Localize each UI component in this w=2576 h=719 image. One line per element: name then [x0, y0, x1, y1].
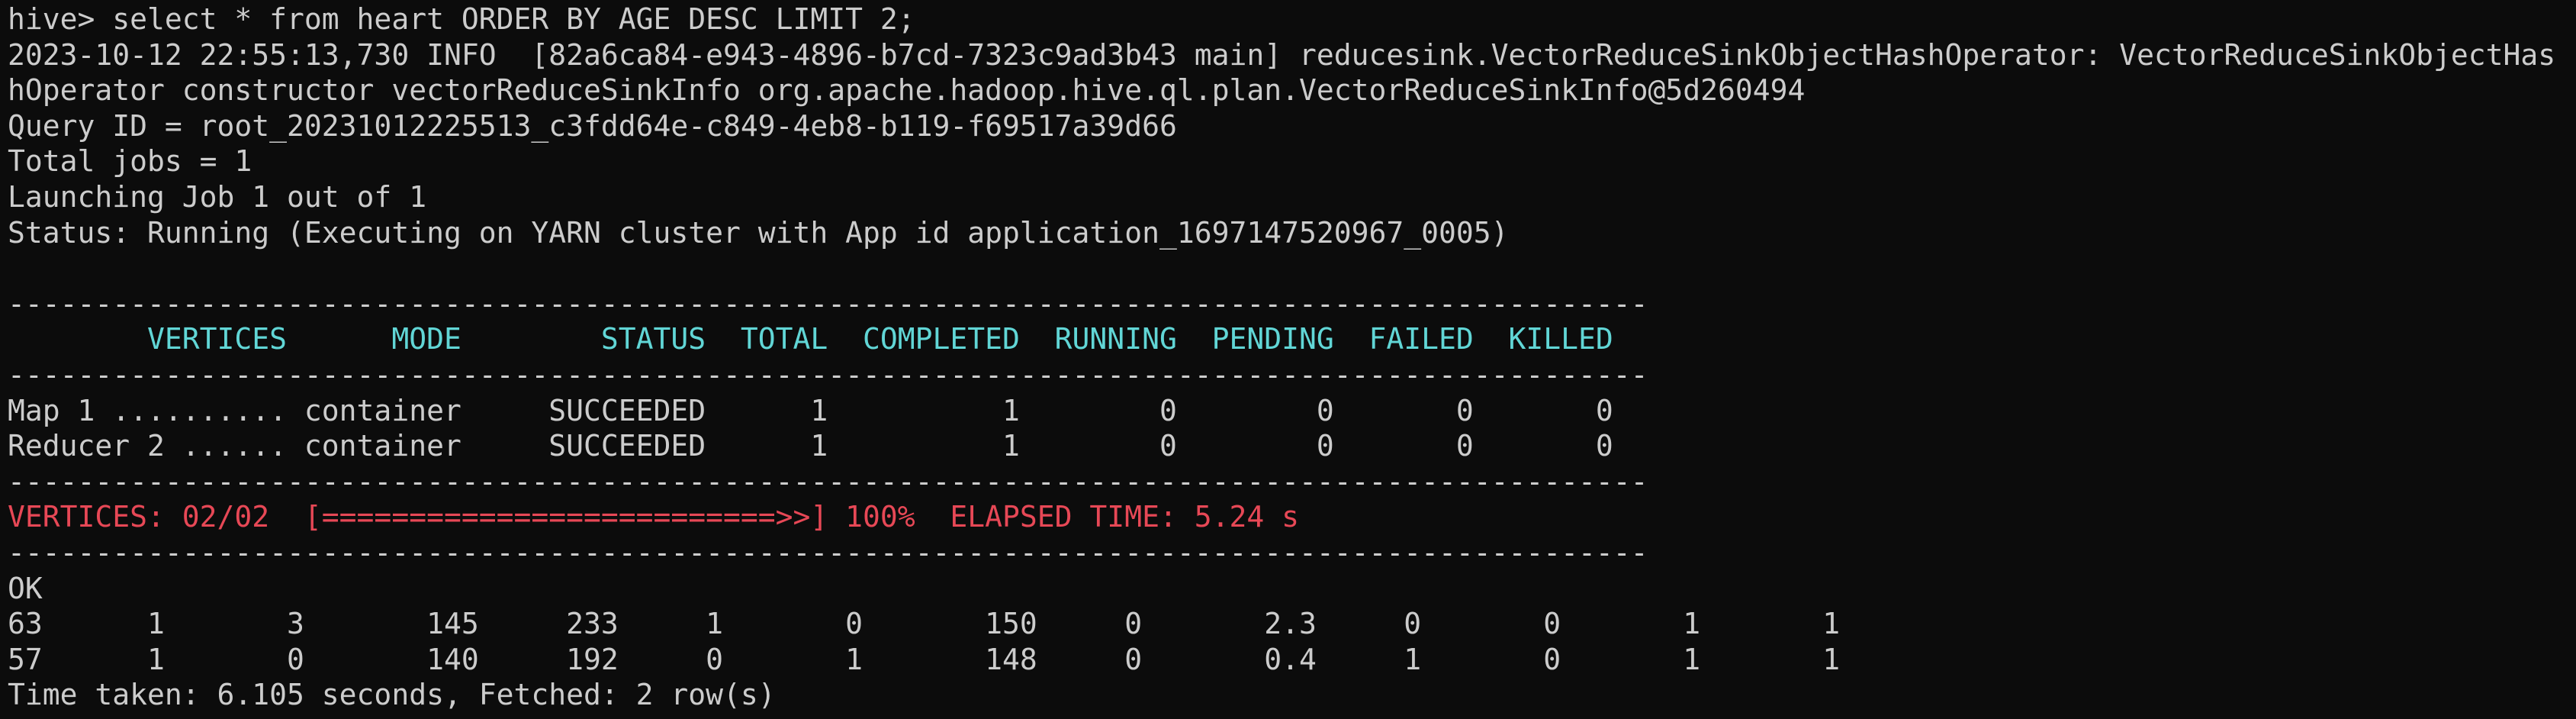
status-line: Status: Running (Executing on YARN clust…: [8, 215, 1509, 250]
progress-line: VERTICES: 02/02 [=======================…: [8, 500, 1299, 534]
separator-line: ----------------------------------------…: [8, 464, 1648, 498]
query-id-line: Query ID = root_20231012225513_c3fdd64e-…: [8, 108, 1177, 143]
separator-line: ----------------------------------------…: [8, 357, 1648, 392]
separator-line: ----------------------------------------…: [8, 535, 1648, 569]
ok-line: OK: [8, 571, 43, 605]
log-info-line-continued: hOperator constructor vectorReduceSinkIn…: [8, 73, 1806, 108]
total-jobs-line: Total jobs = 1: [8, 144, 252, 179]
separator-line: ----------------------------------------…: [8, 286, 1648, 321]
vertices-table-row: Reducer 2 ...... container SUCCEEDED 1 1…: [8, 429, 1613, 463]
command-prompt-line: hive> select * from heart ORDER BY AGE D…: [8, 2, 915, 36]
result-row: 63 1 3 145 233 1 0 150 0 2.3 0 0 1 1: [8, 607, 1841, 641]
launching-job-line: Launching Job 1 out of 1: [8, 179, 427, 214]
vertices-table-row: Map 1 .......... container SUCCEEDED 1 1…: [8, 393, 1613, 427]
log-info-line: 2023-10-12 22:55:13,730 INFO [82a6ca84-e…: [8, 37, 2556, 72]
vertices-table-header: VERTICES MODE STATUS TOTAL COMPLETED RUN…: [8, 322, 1613, 356]
result-row: 57 1 0 140 192 0 1 148 0 0.4 1 0 1 1: [8, 642, 1841, 676]
time-taken-line: Time taken: 6.105 seconds, Fetched: 2 ro…: [8, 678, 776, 712]
terminal-window[interactable]: hive> select * from heart ORDER BY AGE D…: [0, 0, 2576, 719]
